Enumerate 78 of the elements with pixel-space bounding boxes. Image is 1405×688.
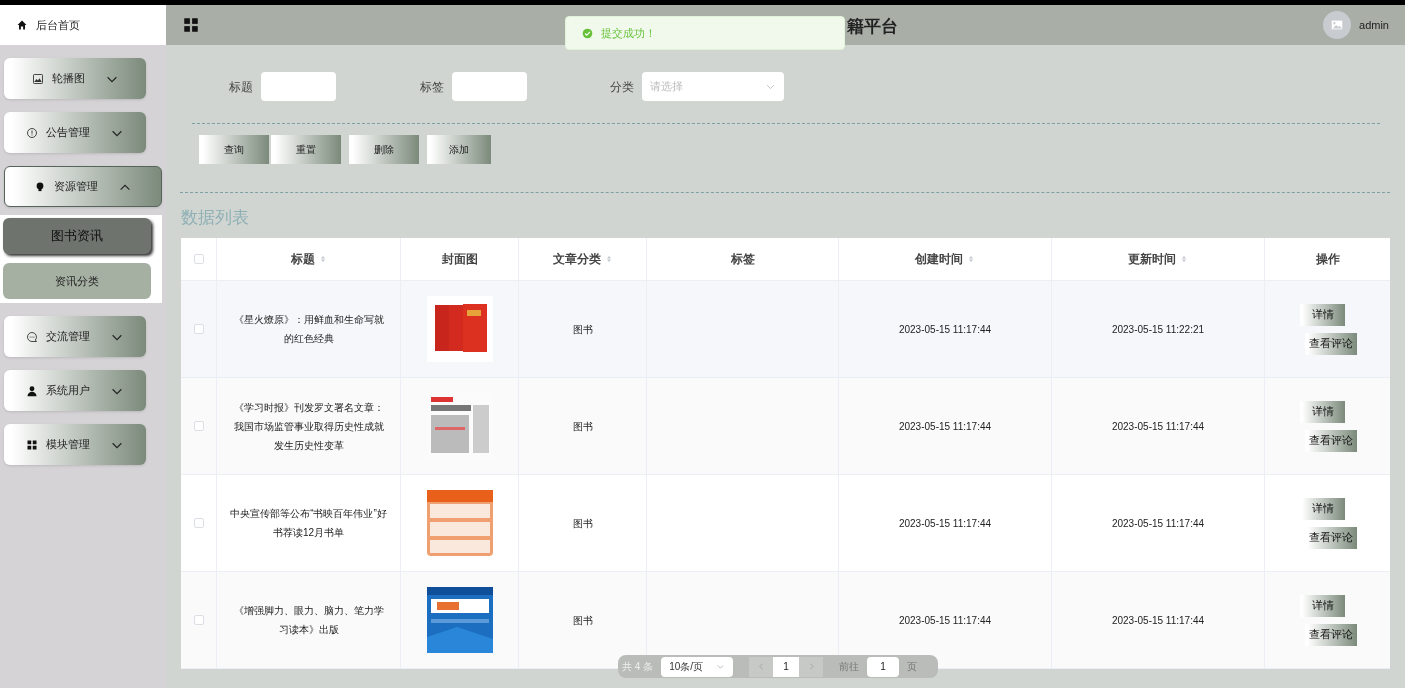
bulb-icon — [34, 180, 46, 193]
date-cell-text: 2023-05-15 11:22:21 — [1111, 322, 1205, 337]
action-button[interactable]: 查看评论 — [1304, 623, 1357, 646]
category-cell-text: 图书 — [572, 322, 593, 337]
checkbox[interactable] — [193, 615, 204, 625]
date-cell-text: 2023-05-15 11:17:44 — [1111, 613, 1205, 628]
action-button[interactable]: 详情 — [1300, 594, 1345, 617]
action-button[interactable]: 详情 — [1300, 400, 1345, 423]
submenu-item[interactable]: 图书资讯 — [3, 218, 151, 254]
column-header: 更新时间 — [1128, 251, 1176, 268]
goto-page-field[interactable]: 1 — [867, 656, 900, 677]
next-page-button[interactable] — [799, 656, 824, 677]
column-header: 文章分类 — [552, 251, 601, 268]
date-cell-text: 2023-05-15 11:17:44 — [898, 419, 992, 434]
category-cell-text: 图书 — [572, 613, 593, 628]
column-header: 封面图 — [441, 251, 478, 268]
column-header: 创建时间 — [915, 251, 963, 268]
action-button[interactable]: 详情 — [1300, 497, 1345, 520]
field-label: 标题 — [229, 78, 253, 96]
username: admin — [1359, 17, 1389, 33]
field-label: 分类 — [610, 78, 634, 96]
date-cell-text: 2023-05-15 11:17:44 — [898, 516, 992, 531]
sidebar-menu-button[interactable]: 模块管理 — [4, 424, 146, 465]
page-size-select[interactable]: 10条/页 — [661, 656, 734, 677]
toolbar-button[interactable]: 查询 — [199, 135, 269, 164]
info-icon — [26, 126, 38, 139]
action-button[interactable]: 详情 — [1300, 303, 1345, 326]
goto-label: 前往 — [839, 660, 860, 674]
toast-message: 提交成功！ — [601, 25, 656, 41]
page-size-value: 10条/页 — [669, 660, 704, 674]
chevron-left-icon — [756, 662, 766, 671]
checkbox[interactable] — [193, 324, 204, 334]
select-placeholder: 请选择 — [650, 79, 683, 95]
input-field[interactable] — [452, 72, 527, 101]
date-cell-text: 2023-05-15 11:17:44 — [898, 322, 992, 337]
sidebar-menu-button[interactable]: 系统用户 — [4, 370, 146, 411]
date-cell-text: 2023-05-15 11:17:44 — [898, 613, 992, 628]
action-button[interactable]: 查看评论 — [1304, 429, 1357, 452]
grid-icon — [26, 438, 38, 451]
home-icon — [16, 19, 28, 31]
toolbar-button[interactable]: 添加 — [427, 135, 491, 164]
chevron-down-icon — [716, 662, 726, 671]
submenu-item[interactable]: 资讯分类 — [3, 263, 151, 299]
sidebar-menu-button[interactable]: 交流管理 — [4, 316, 146, 357]
chat-icon — [26, 330, 38, 343]
title-cell-text: 《学习时报》刊发罗文署名文章：我国市场监管事业取得历史性成就发生历史性变革 — [232, 400, 385, 453]
user-icon — [26, 384, 38, 397]
date-cell-text: 2023-05-15 11:17:44 — [1111, 516, 1205, 531]
checkbox[interactable] — [193, 254, 204, 264]
category-cell-text: 图书 — [572, 419, 593, 434]
page-unit: 页 — [907, 660, 918, 674]
category-cell-text: 图书 — [572, 516, 593, 531]
home-menu-item[interactable]: 后台首页 — [0, 5, 166, 45]
avatar — [1323, 11, 1352, 39]
sidebar-menu-button[interactable]: 轮播图 — [4, 58, 146, 99]
input-field[interactable] — [261, 72, 336, 101]
toolbar-button[interactable]: 删除 — [349, 135, 419, 164]
prev-page-button[interactable] — [749, 656, 774, 677]
column-header: 标题 — [290, 251, 315, 268]
sidebar-menu-button[interactable]: 资源管理 — [4, 166, 162, 207]
date-cell-text: 2023-05-15 11:17:44 — [1111, 419, 1205, 434]
app-title: 籍平台 — [847, 16, 898, 38]
column-header: 标签 — [730, 251, 755, 268]
checkbox[interactable] — [193, 421, 204, 431]
grid-icon — [182, 16, 200, 34]
current-page[interactable]: 1 — [773, 656, 800, 677]
column-header: 操作 — [1315, 251, 1340, 268]
table-heading: 数据列表 — [181, 207, 249, 229]
checkbox[interactable] — [193, 518, 204, 528]
title-cell-text: 《星火燎原》：用鲜血和生命写就的红色经典 — [232, 313, 385, 346]
title-cell-text: 中央宣传部等公布“书映百年伟业”好书荐读12月书单 — [229, 507, 388, 540]
field-label: 标签 — [420, 78, 444, 96]
toolbar-button[interactable]: 重置 — [271, 135, 341, 164]
sidebar-menu-button[interactable]: 公告管理 — [4, 112, 146, 153]
action-button[interactable]: 查看评论 — [1304, 332, 1357, 355]
check-circle-icon — [582, 27, 593, 39]
title-cell-text: 《增强脚力、眼力、脑力、笔力学习读本》出版 — [232, 604, 385, 637]
image-icon — [31, 72, 44, 85]
